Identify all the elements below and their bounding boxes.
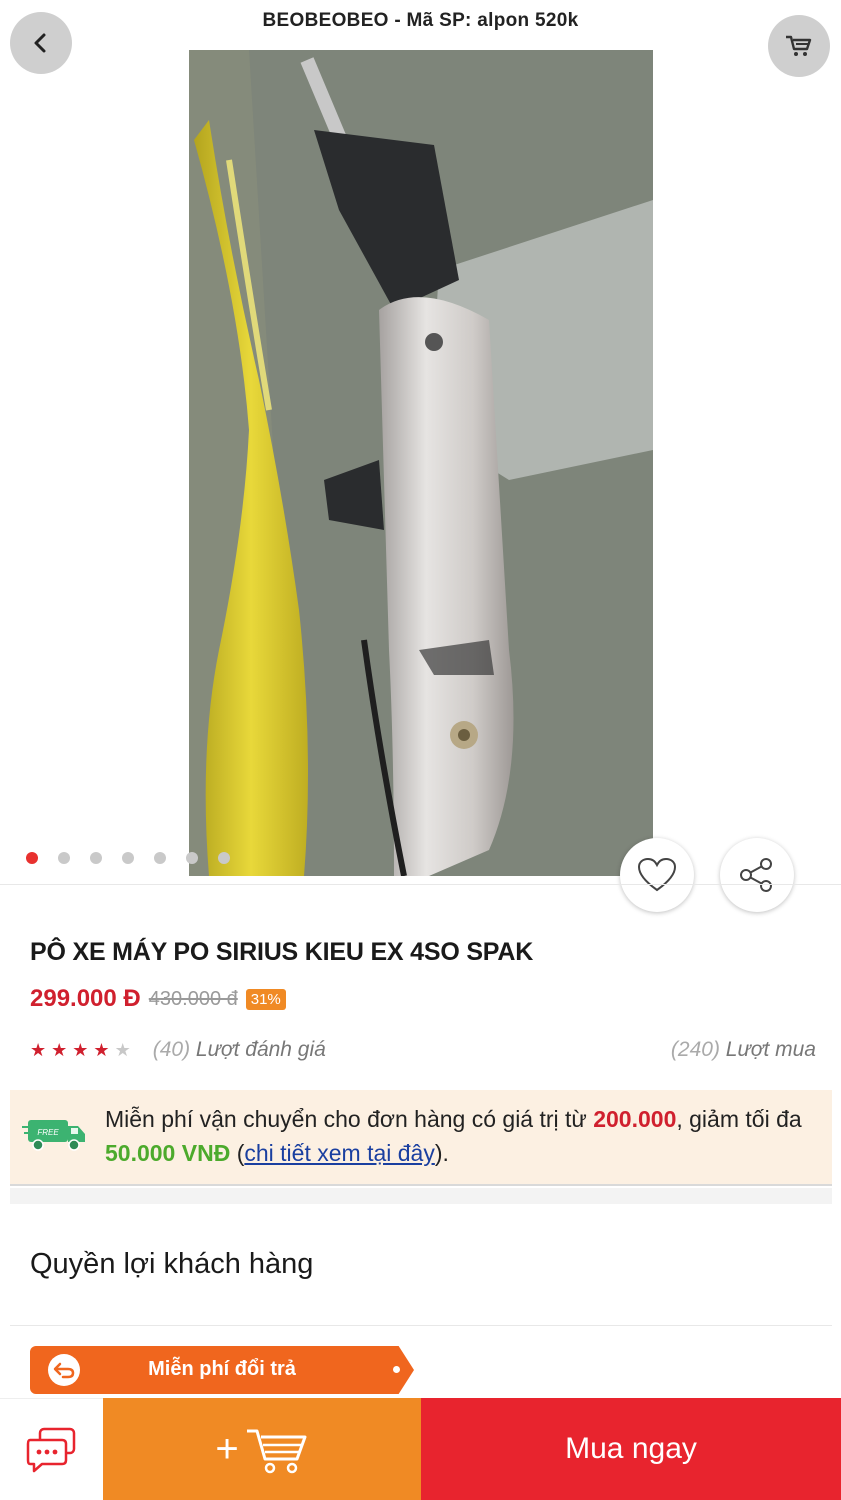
free-badge-text: FREE — [37, 1128, 59, 1137]
chat-icon — [26, 1427, 75, 1472]
divider — [10, 1325, 832, 1326]
star-icon: ★ — [93, 1039, 110, 1060]
pagination-dot[interactable] — [218, 852, 230, 864]
chip-dot — [393, 1366, 400, 1373]
rating-stars[interactable]: ★ ★ ★ ★ ★ — [30, 1040, 131, 1061]
heart-icon — [637, 857, 677, 892]
rating-row: ★ ★ ★ ★ ★ (40) Lượt đánh giá (240) Lượt … — [30, 1038, 816, 1062]
chat-button[interactable] — [0, 1398, 103, 1500]
page-title: BEOBEOBEO - Mã SP: alpon 520k — [262, 10, 579, 31]
review-label[interactable]: Lượt đánh giá — [196, 1038, 326, 1062]
pagination-dot[interactable] — [122, 852, 134, 864]
product-image[interactable] — [189, 50, 653, 876]
back-icon — [34, 33, 46, 53]
image-pagination — [26, 852, 230, 864]
pagination-dot[interactable] — [58, 852, 70, 864]
pagination-dot[interactable] — [26, 852, 38, 864]
buy-now-button[interactable]: Mua ngay — [421, 1398, 841, 1500]
product-name: PÔ XE MÁY PO SIRIUS KIEU EX 4SO SPAK — [30, 938, 534, 966]
divider — [0, 884, 841, 885]
star-icon: ★ — [51, 1039, 68, 1060]
truck-icon: FREE — [22, 1120, 85, 1151]
original-price: 430.000 đ — [148, 987, 238, 1010]
star-icon: ★ — [114, 1039, 131, 1060]
benefits-title: Quyền lợi khách hàng — [30, 1248, 314, 1280]
add-plus: + — [215, 1426, 239, 1471]
purchase-count: 240 — [677, 1038, 713, 1061]
star-icon: ★ — [72, 1039, 89, 1060]
current-price: 299.000 Đ — [30, 985, 141, 1012]
shipping-details-link[interactable]: chi tiết xem tại đây — [244, 1140, 434, 1166]
cart-button[interactable] — [768, 15, 830, 77]
shipping-text-part: ( — [230, 1140, 245, 1166]
back-button[interactable] — [10, 12, 72, 74]
shipping-text-part: , giảm tối đa — [676, 1106, 802, 1132]
shipping-text-part: Miễn phí vận chuyển cho đơn hàng có giá … — [105, 1106, 594, 1132]
product-photo-drawing — [189, 50, 653, 876]
pagination-dot[interactable] — [90, 852, 102, 864]
shipping-text-part: ). — [434, 1140, 449, 1166]
add-to-cart-button[interactable]: + — [103, 1398, 421, 1500]
pagination-dot[interactable] — [186, 852, 198, 864]
star-icon: ★ — [30, 1039, 47, 1060]
free-return-chip[interactable]: Miễn phí đổi trả — [30, 1346, 414, 1394]
discount-badge: 31% — [245, 988, 286, 1010]
review-count: 40 — [159, 1038, 184, 1061]
shipping-text: Miễn phí vận chuyển cho đơn hàng có giá … — [105, 1102, 825, 1170]
price-row: 299.000 Đ 430.000 đ 31% — [30, 985, 286, 1013]
max-discount-value: 50.000 VNĐ — [105, 1140, 231, 1166]
pagination-dot[interactable] — [154, 852, 166, 864]
favorite-button[interactable] — [620, 838, 694, 912]
share-button[interactable] — [720, 838, 794, 912]
share-icon — [740, 858, 772, 892]
min-order-value: 200.000 — [593, 1106, 677, 1132]
purchase-label: Lượt mua — [725, 1038, 816, 1061]
bottom-action-bar: + Mua ngay — [0, 1398, 841, 1500]
shipping-promo: FREE Miễn phí vận chuyển cho đơn hàng có… — [10, 1090, 832, 1186]
section-spacer — [10, 1188, 832, 1204]
free-return-label: Miễn phí đổi trả — [148, 1358, 296, 1380]
add-cart-icon — [246, 1429, 307, 1474]
cart-icon — [786, 35, 812, 56]
